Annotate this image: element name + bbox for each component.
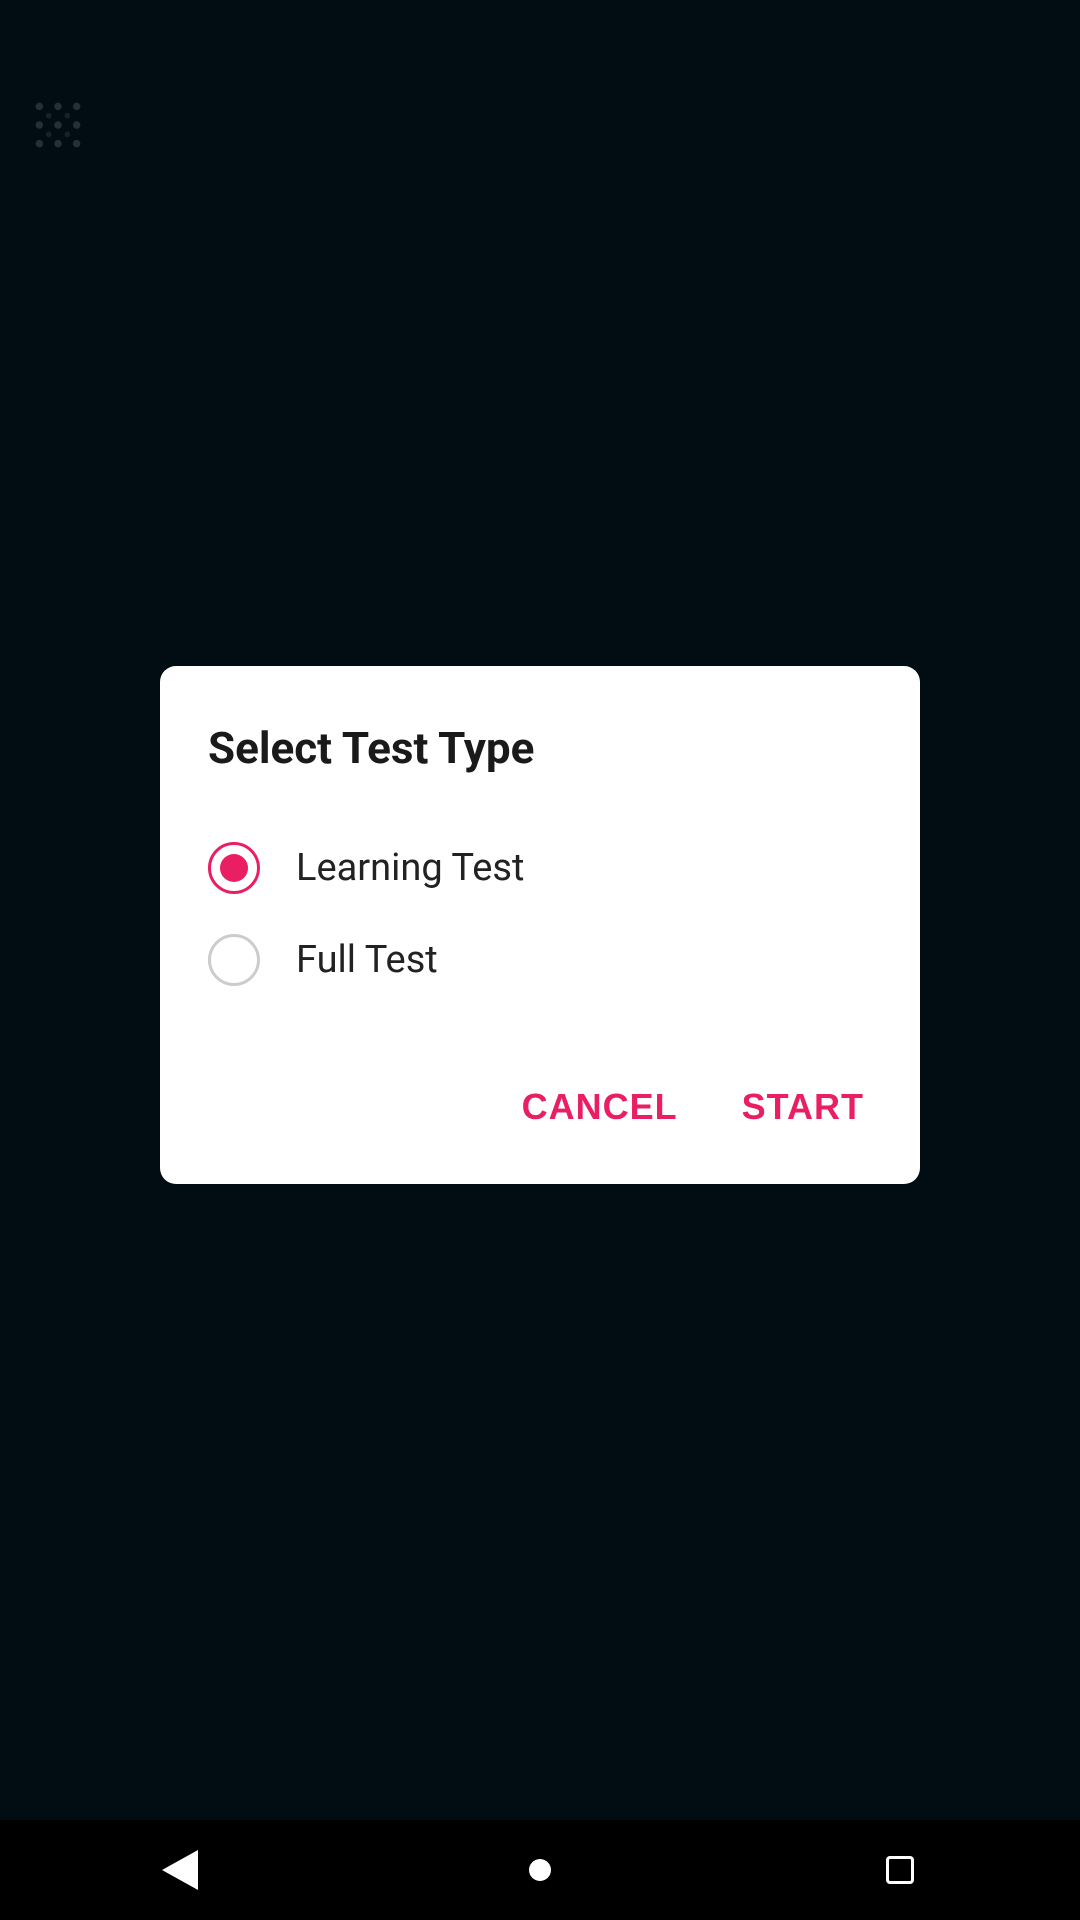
nav-bar (0, 1820, 1080, 1920)
nav-back-button[interactable] (130, 1840, 230, 1900)
dialog-overlay: Select Test Type Learning Test Full Test… (0, 0, 1080, 1850)
recent-icon (886, 1856, 914, 1884)
cancel-button[interactable]: CANCEL (514, 1070, 686, 1144)
radio-inner-learning (220, 854, 248, 882)
radio-circle-learning[interactable] (208, 842, 260, 894)
radio-option-learning[interactable]: Learning Test (208, 822, 872, 914)
dialog: Select Test Type Learning Test Full Test… (160, 666, 920, 1184)
nav-home-button[interactable] (490, 1840, 590, 1900)
radio-circle-full[interactable] (208, 934, 260, 986)
radio-label-learning: Learning Test (296, 846, 524, 890)
radio-label-full: Full Test (296, 938, 438, 982)
dialog-title: Select Test Type (208, 722, 872, 774)
radio-option-full[interactable]: Full Test (208, 914, 872, 1006)
home-icon (529, 1859, 551, 1881)
nav-recent-button[interactable] (850, 1840, 950, 1900)
back-icon (162, 1850, 198, 1890)
dialog-actions: CANCEL START (208, 1054, 872, 1144)
start-button[interactable]: START (734, 1070, 872, 1144)
